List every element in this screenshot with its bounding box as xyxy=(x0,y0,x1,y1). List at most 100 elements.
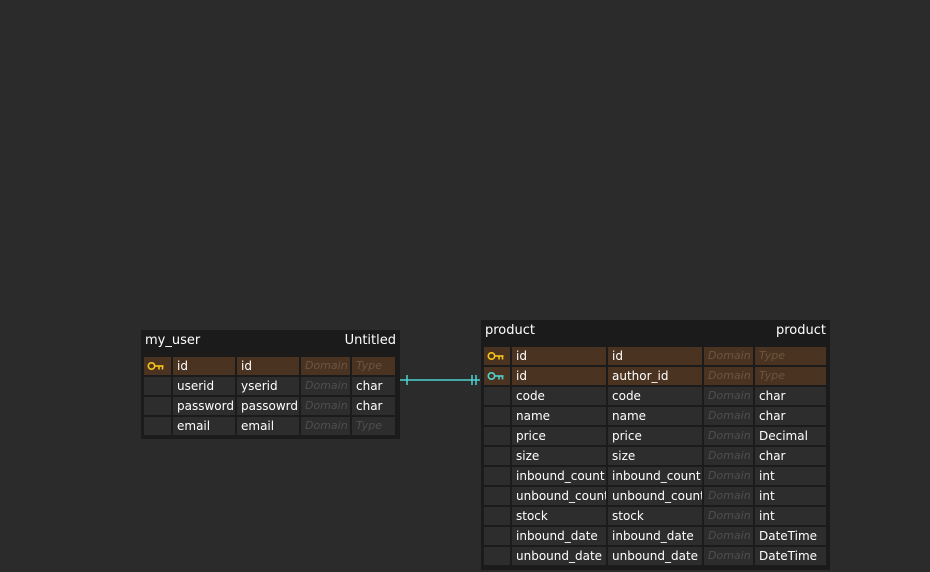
key-cell[interactable] xyxy=(484,367,510,385)
physical-name-cell[interactable]: id xyxy=(608,347,702,365)
physical-name-cell[interactable]: code xyxy=(608,387,702,405)
type-cell[interactable]: Decimal xyxy=(755,427,826,445)
table-row[interactable]: size size Domain char xyxy=(483,446,828,466)
table-row[interactable]: inbound_count inbound_count Domain int xyxy=(483,466,828,486)
domain-cell[interactable]: Domain xyxy=(301,417,350,435)
logical-name-cell[interactable]: id xyxy=(173,357,235,375)
type-cell[interactable]: char xyxy=(352,397,395,415)
table-row[interactable]: code code Domain char xyxy=(483,386,828,406)
entity-header[interactable]: my_user Untitled xyxy=(141,330,400,350)
physical-name-cell[interactable]: unbound_date xyxy=(608,547,702,565)
type-cell[interactable]: char xyxy=(352,377,395,395)
physical-name-cell[interactable]: author_id xyxy=(608,367,702,385)
table-row[interactable]: inbound_date inbound_date Domain DateTime xyxy=(483,526,828,546)
physical-name-cell[interactable]: id xyxy=(237,357,299,375)
column-list: id id Domain Type id author_id Domain Type code c… xyxy=(481,340,830,566)
key-cell[interactable] xyxy=(484,407,510,425)
logical-name-cell[interactable]: size xyxy=(512,447,606,465)
table-row[interactable]: price price Domain Decimal xyxy=(483,426,828,446)
type-cell[interactable]: Type xyxy=(755,347,826,365)
logical-name-cell[interactable]: inbound_count xyxy=(512,467,606,485)
erd-canvas[interactable]: my_user Untitled id id Domain Type userid yse… xyxy=(0,0,930,572)
key-cell[interactable] xyxy=(144,417,171,435)
logical-name-cell[interactable]: inbound_date xyxy=(512,527,606,545)
table-row[interactable]: password passowrd Domain char xyxy=(143,396,398,416)
logical-name-cell[interactable]: password xyxy=(173,397,235,415)
table-row[interactable]: unbound_count unbound_count Domain int xyxy=(483,486,828,506)
logical-name-cell[interactable]: name xyxy=(512,407,606,425)
domain-cell[interactable]: Domain xyxy=(704,547,753,565)
domain-cell[interactable]: Domain xyxy=(301,357,350,375)
key-cell[interactable] xyxy=(484,387,510,405)
domain-cell[interactable]: Domain xyxy=(704,467,753,485)
physical-name-cell[interactable]: email xyxy=(237,417,299,435)
logical-name-cell[interactable]: email xyxy=(173,417,235,435)
column-list: id id Domain Type userid yserid Domain char pass… xyxy=(141,350,400,436)
logical-name-cell[interactable]: id xyxy=(512,367,606,385)
key-cell[interactable] xyxy=(484,447,510,465)
key-cell[interactable] xyxy=(484,547,510,565)
key-cell[interactable] xyxy=(484,527,510,545)
physical-name-cell[interactable]: size xyxy=(608,447,702,465)
table-row[interactable]: name name Domain char xyxy=(483,406,828,426)
key-cell[interactable] xyxy=(484,467,510,485)
type-cell[interactable]: DateTime xyxy=(755,527,826,545)
type-cell[interactable]: int xyxy=(755,467,826,485)
key-cell[interactable] xyxy=(144,397,171,415)
logical-name-cell[interactable]: unbound_date xyxy=(512,547,606,565)
logical-name-cell[interactable]: unbound_count xyxy=(512,487,606,505)
physical-name-cell[interactable]: inbound_date xyxy=(608,527,702,545)
type-cell[interactable]: Type xyxy=(352,357,395,375)
logical-name-cell[interactable]: price xyxy=(512,427,606,445)
key-cell[interactable] xyxy=(484,507,510,525)
table-row[interactable]: unbound_date unbound_date Domain DateTime xyxy=(483,546,828,566)
domain-cell[interactable]: Domain xyxy=(704,407,753,425)
logical-name-cell[interactable]: userid xyxy=(173,377,235,395)
entity-name: product xyxy=(485,322,536,338)
domain-cell[interactable]: Domain xyxy=(704,387,753,405)
domain-cell[interactable]: Domain xyxy=(704,367,753,385)
physical-name-cell[interactable]: stock xyxy=(608,507,702,525)
domain-cell[interactable]: Domain xyxy=(704,447,753,465)
type-cell[interactable]: Type xyxy=(755,367,826,385)
type-cell[interactable]: int xyxy=(755,507,826,525)
key-cell[interactable] xyxy=(484,427,510,445)
type-cell[interactable]: Type xyxy=(352,417,395,435)
entity-header[interactable]: product product xyxy=(481,320,830,340)
logical-name-cell[interactable]: stock xyxy=(512,507,606,525)
table-row[interactable]: id id Domain Type xyxy=(483,346,828,366)
domain-cell[interactable]: Domain xyxy=(704,487,753,505)
physical-name-cell[interactable]: inbound_count xyxy=(608,467,702,485)
table-row[interactable]: email email Domain Type xyxy=(143,416,398,436)
physical-name-cell[interactable]: price xyxy=(608,427,702,445)
physical-name-cell[interactable]: unbound_count xyxy=(608,487,702,505)
table-row[interactable]: stock stock Domain int xyxy=(483,506,828,526)
domain-cell[interactable]: Domain xyxy=(704,527,753,545)
table-row[interactable]: userid yserid Domain char xyxy=(143,376,398,396)
key-cell[interactable] xyxy=(144,357,171,375)
logical-name-cell[interactable]: code xyxy=(512,387,606,405)
logical-name-cell[interactable]: id xyxy=(512,347,606,365)
physical-name-cell[interactable]: yserid xyxy=(237,377,299,395)
key-cell[interactable] xyxy=(484,347,510,365)
domain-cell[interactable]: Domain xyxy=(704,427,753,445)
type-cell[interactable]: int xyxy=(755,487,826,505)
table-row[interactable]: id author_id Domain Type xyxy=(483,366,828,386)
domain-cell[interactable]: Domain xyxy=(301,377,350,395)
type-cell[interactable]: char xyxy=(755,387,826,405)
entity-schema: Untitled xyxy=(344,332,396,348)
table-row[interactable]: id id Domain Type xyxy=(143,356,398,376)
physical-name-cell[interactable]: passowrd xyxy=(237,397,299,415)
entity-table-product[interactable]: product product id id Domain Type id author_i… xyxy=(481,320,830,570)
key-cell[interactable] xyxy=(144,377,171,395)
domain-cell[interactable]: Domain xyxy=(301,397,350,415)
entity-table-my-user[interactable]: my_user Untitled id id Domain Type userid yse… xyxy=(141,330,400,439)
domain-cell[interactable]: Domain xyxy=(704,347,753,365)
entity-schema: product xyxy=(775,322,826,338)
type-cell[interactable]: char xyxy=(755,447,826,465)
domain-cell[interactable]: Domain xyxy=(704,507,753,525)
physical-name-cell[interactable]: name xyxy=(608,407,702,425)
type-cell[interactable]: char xyxy=(755,407,826,425)
key-cell[interactable] xyxy=(484,487,510,505)
type-cell[interactable]: DateTime xyxy=(755,547,826,565)
